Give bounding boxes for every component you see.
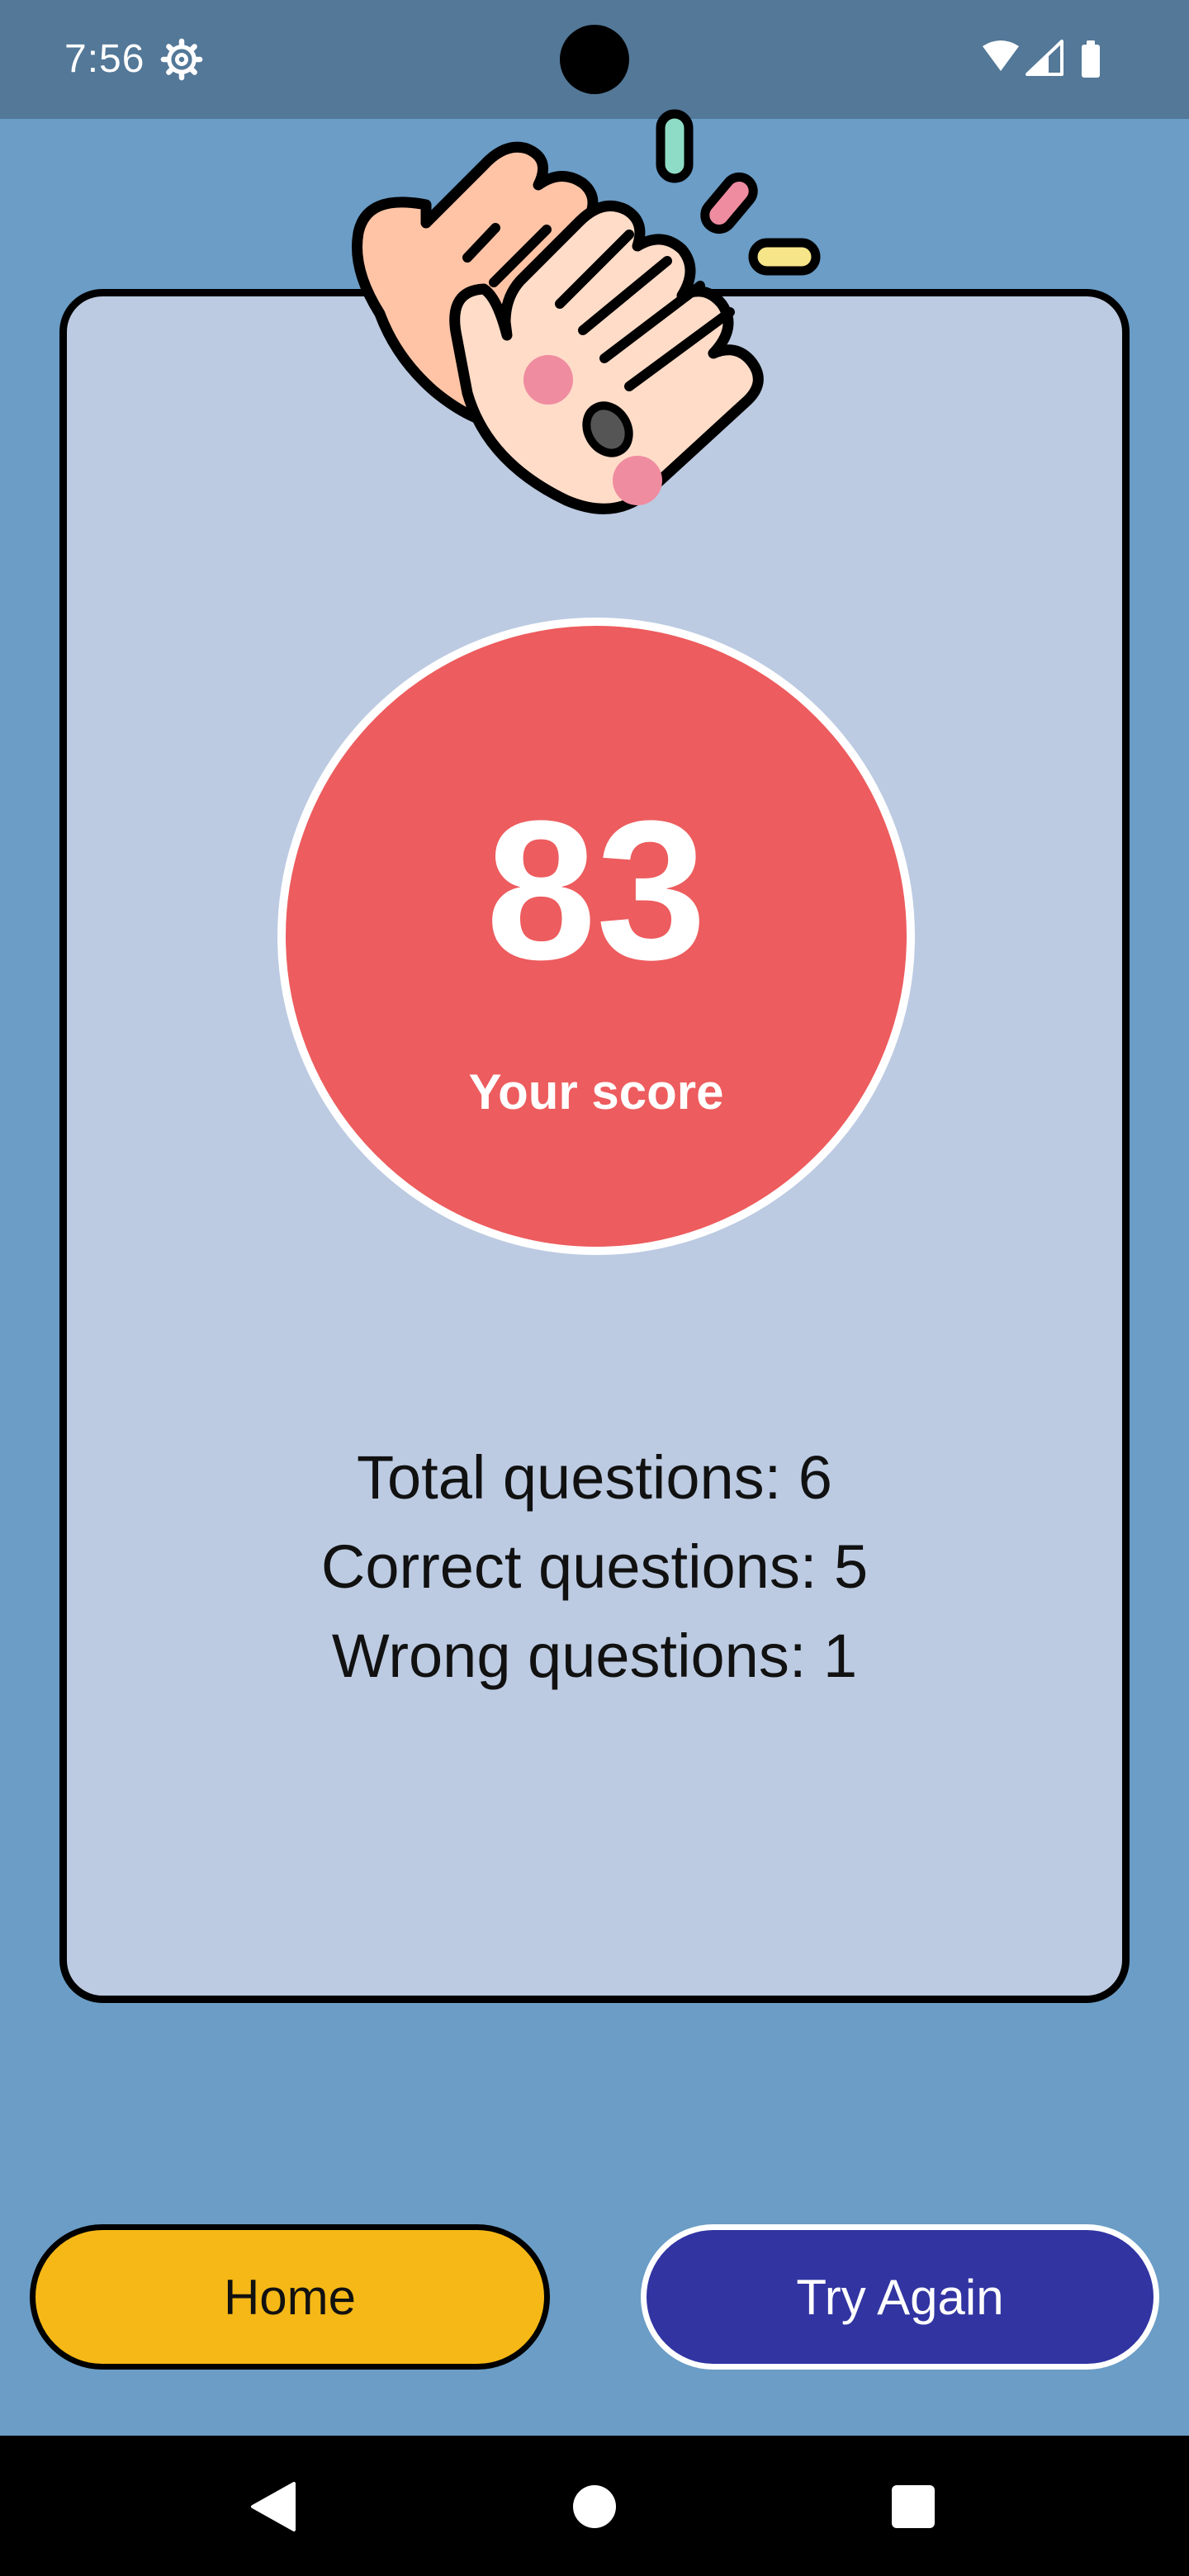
- score-label: Your score: [468, 1064, 724, 1120]
- battery-icon: [1082, 40, 1100, 78]
- recents-icon[interactable]: [892, 2485, 935, 2528]
- status-time: 7:56: [64, 37, 145, 81]
- total-questions-text: Total questions: 6: [357, 1443, 832, 1512]
- home-button[interactable]: Home: [30, 2224, 550, 2370]
- score-circle: 83 Your score: [277, 618, 915, 1255]
- try-again-button[interactable]: Try Again: [641, 2224, 1159, 2370]
- back-icon[interactable]: [248, 2480, 297, 2533]
- correct-questions-text: Correct questions: 5: [320, 1532, 869, 1601]
- wrong-questions-text: Wrong questions: 1: [331, 1622, 858, 1690]
- camera-cutout: [560, 25, 629, 94]
- status-bar: 7:56: [0, 0, 1189, 119]
- cellular-signal-icon: [1026, 40, 1063, 76]
- score-value: 83: [486, 779, 707, 1001]
- navigation-bar: [0, 2436, 1189, 2576]
- score-stats: Total questions: 6 Correct questions: 5 …: [0, 1433, 1189, 1701]
- settings-gear-icon: [160, 38, 203, 81]
- home-icon[interactable]: [573, 2485, 616, 2528]
- status-icons: [983, 40, 1100, 78]
- clapping-hands-icon: [351, 109, 821, 514]
- result-screen: 7:56 83 Your score Total questions: 6 Co…: [0, 0, 1189, 2576]
- wifi-icon: [983, 40, 1019, 71]
